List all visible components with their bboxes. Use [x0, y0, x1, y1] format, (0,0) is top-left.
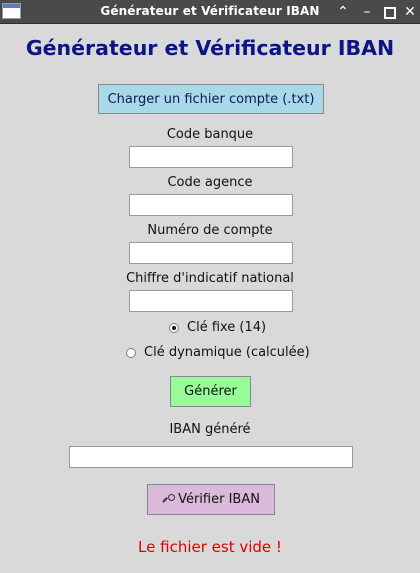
fixed-key-option[interactable]: Clé fixe (14): [169, 320, 266, 335]
close-icon[interactable]: ✕: [400, 2, 420, 22]
verify-iban-button-label: Vérifier IBAN: [178, 492, 260, 507]
account-number-input[interactable]: [129, 242, 293, 264]
national-check-label: Chiffre d'indicatif national: [126, 271, 294, 286]
magnifier-icon: [162, 493, 176, 506]
branch-code-label: Code agence: [167, 175, 253, 190]
chevron-up-icon[interactable]: ⌃: [333, 2, 353, 22]
window-titlebar[interactable]: Générateur et Vérificateur IBAN ⌃ – ✕: [0, 0, 420, 24]
national-check-input[interactable]: [129, 290, 293, 312]
load-file-button-label: Charger un fichier compte (.txt): [107, 91, 315, 107]
minimize-icon[interactable]: –: [357, 2, 377, 22]
verify-iban-button[interactable]: Vérifier IBAN: [147, 484, 275, 515]
load-file-button[interactable]: Charger un fichier compte (.txt): [98, 84, 324, 114]
bank-code-input[interactable]: [129, 146, 293, 168]
maximize-icon[interactable]: [380, 2, 400, 22]
branch-code-input[interactable]: [129, 194, 293, 216]
account-number-label: Numéro de compte: [147, 223, 273, 238]
generate-button[interactable]: Générer: [170, 376, 251, 407]
dynamic-key-label: Clé dynamique (calculée): [144, 345, 310, 360]
generate-button-label: Générer: [184, 384, 237, 399]
fixed-key-radio[interactable]: [169, 322, 179, 333]
dynamic-key-option[interactable]: Clé dynamique (calculée): [126, 345, 310, 360]
status-message: Le fichier est vide !: [138, 538, 282, 556]
dynamic-key-radio[interactable]: [126, 347, 136, 358]
iban-output-label: IBAN généré: [169, 422, 251, 437]
fixed-key-label: Clé fixe (14): [187, 320, 267, 335]
page-title: Générateur et Vérificateur IBAN: [25, 36, 395, 60]
bank-code-label: Code banque: [166, 127, 254, 142]
iban-output-field[interactable]: [69, 446, 353, 468]
